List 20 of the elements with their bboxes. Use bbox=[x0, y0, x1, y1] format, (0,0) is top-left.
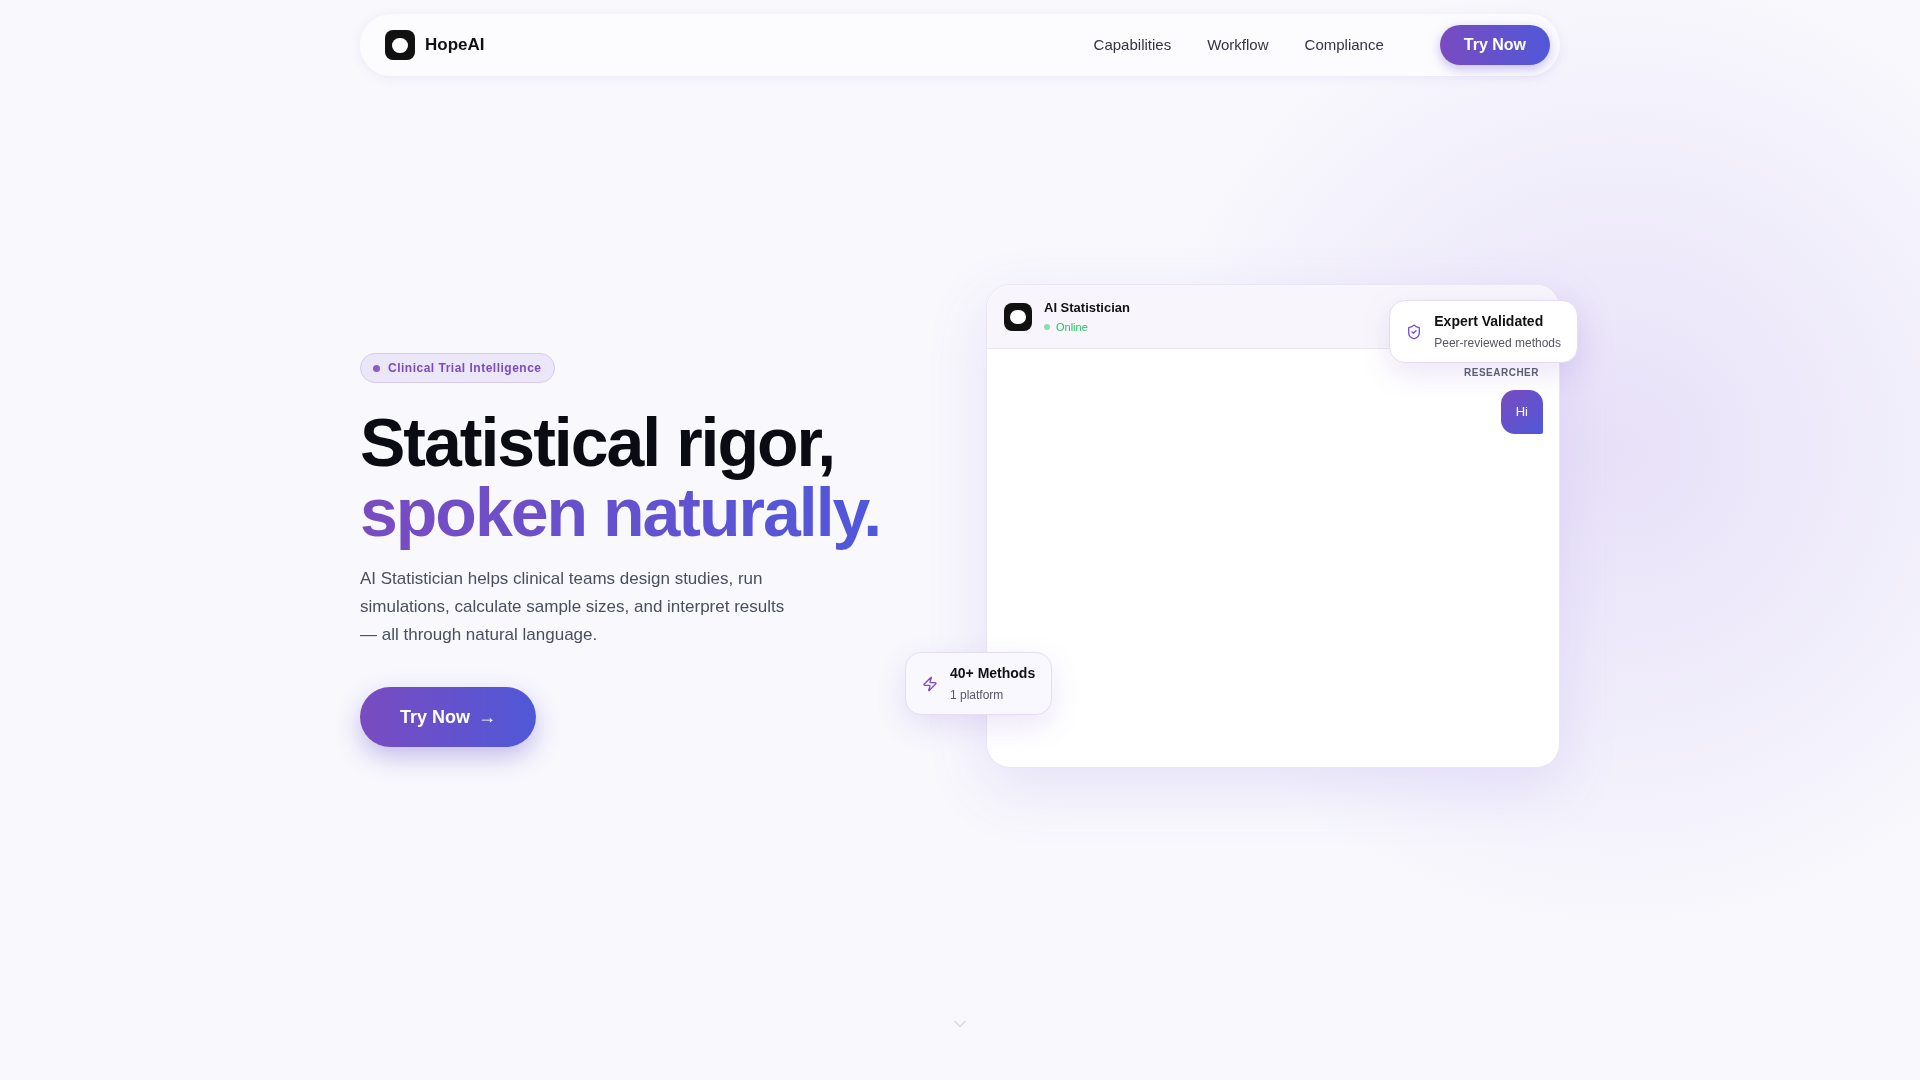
logo-icon bbox=[385, 30, 415, 60]
floating-card-title: 40+ Methods bbox=[950, 664, 1036, 683]
brand-name: HopeAI bbox=[425, 34, 485, 57]
logo-icon bbox=[1004, 302, 1032, 331]
try-now-button[interactable]: Try Now → bbox=[360, 687, 536, 747]
floating-card-subtitle: Peer-reviewed methods bbox=[1434, 335, 1561, 352]
status-text: Online bbox=[1056, 320, 1088, 335]
nav-link[interactable]: Compliance bbox=[1304, 33, 1384, 57]
chat-title: AI Statistician bbox=[1044, 298, 1130, 317]
category-badge: Clinical Trial Intelligence bbox=[360, 353, 555, 383]
try-now-button[interactable]: Try Now bbox=[1439, 25, 1550, 65]
lightning-icon bbox=[922, 675, 938, 692]
message-sender: RESEARCHER bbox=[1464, 366, 1539, 380]
floating-card-title: Expert Validated bbox=[1434, 312, 1545, 331]
nav-link[interactable]: Capabilities bbox=[1093, 33, 1172, 57]
shield-check-icon bbox=[1406, 323, 1423, 340]
message-bubble: Hi bbox=[1500, 390, 1543, 434]
nav-link[interactable]: Workflow bbox=[1207, 33, 1269, 57]
hero-description: AI Statistician helps clinical teams design studies, run simulations, calculate sample sizes, and interpret results — all through natural language. bbox=[360, 568, 786, 646]
floating-card-subtitle: 1 platform bbox=[950, 687, 1005, 704]
